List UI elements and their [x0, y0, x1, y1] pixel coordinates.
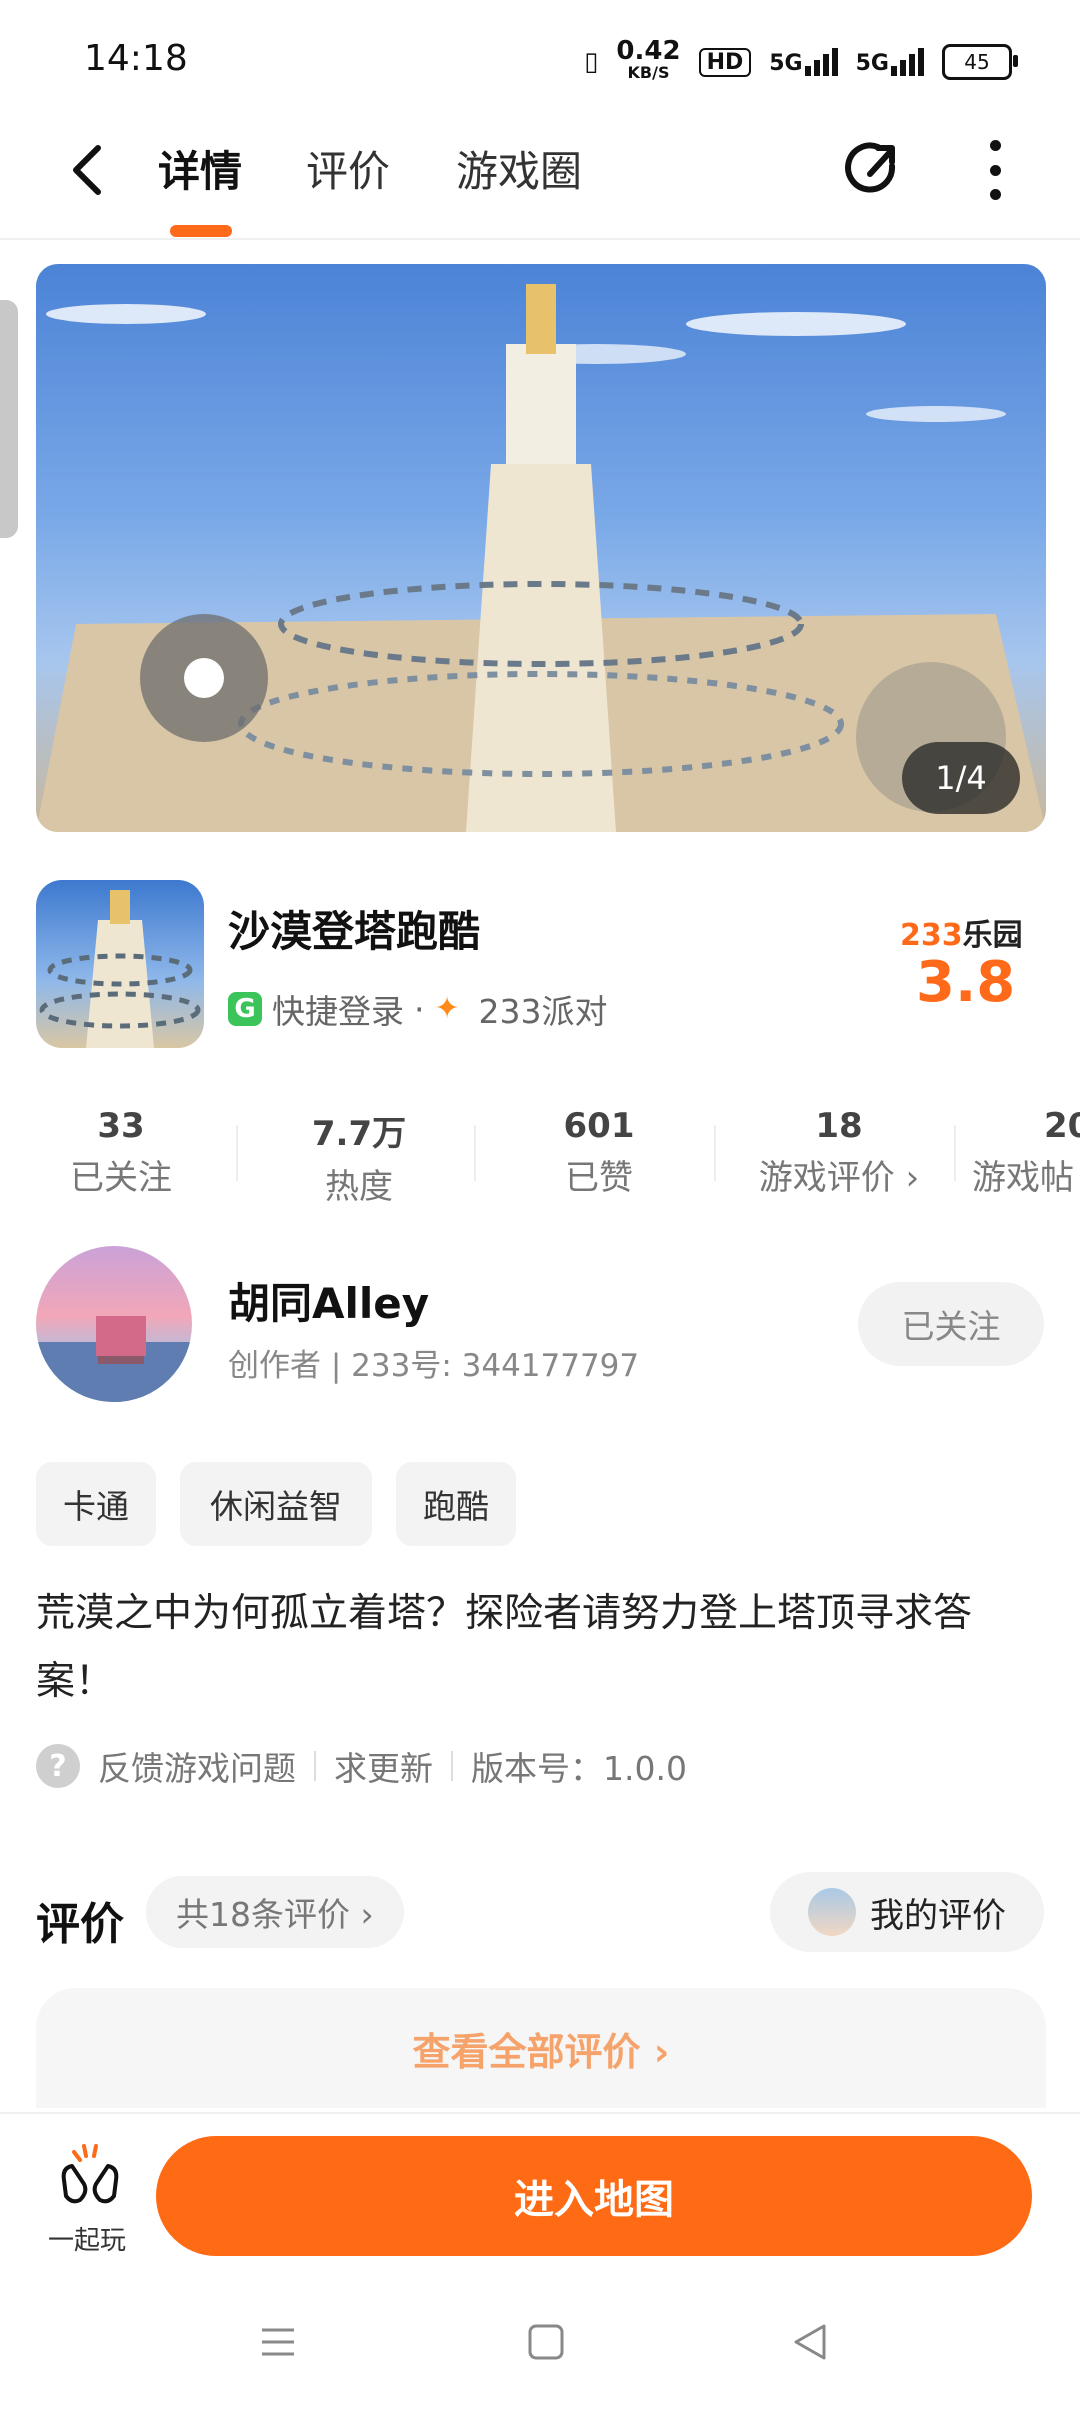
quick-login-icon: G — [228, 992, 262, 1026]
stat-value: 33 — [97, 1106, 145, 1146]
play-together-label[interactable]: 一起玩 — [48, 2220, 126, 2257]
info-links: ? 反馈游戏问题 求更新 版本号：1.0.0 — [36, 1742, 687, 1790]
link-divider — [451, 1751, 453, 1781]
net-speed-unit: KB/S — [627, 63, 670, 82]
hd-badge: HD — [698, 47, 752, 77]
user-avatar — [808, 1888, 856, 1936]
tag-cartoon[interactable]: 卡通 — [36, 1462, 156, 1546]
brand-text: 乐园 — [962, 918, 1023, 953]
menu-nav-icon[interactable] — [258, 2322, 298, 2362]
my-review-button[interactable]: 我的评价 — [770, 1872, 1044, 1952]
vibrate-icon: ▯ — [584, 47, 599, 77]
battery-level: 45 — [964, 50, 990, 74]
stat-value: 18 — [815, 1106, 863, 1146]
banner-page-indicator: 1/4 — [902, 742, 1020, 814]
question-icon: ? — [36, 1744, 80, 1788]
stat-likes[interactable]: 601 已赞 — [494, 1106, 704, 1199]
enter-map-button[interactable]: 进入地图 — [156, 2136, 1032, 2256]
author-name[interactable]: 胡同Alley — [228, 1270, 429, 1331]
signal-2: 5G — [856, 48, 924, 76]
stat-value: 20 — [1044, 1106, 1080, 1146]
stat-label: 热度 — [325, 1167, 393, 1207]
side-drawer-handle[interactable] — [0, 300, 18, 538]
feedback-link[interactable]: 反馈游戏问题 — [98, 1742, 296, 1790]
tab-reviews[interactable]: 评价 — [306, 138, 390, 199]
stat-divider — [714, 1125, 716, 1181]
play-together-icon[interactable] — [54, 2140, 126, 2212]
game-meta: G 快捷登录 · ✦ 233派对 — [228, 985, 608, 1033]
request-update-link[interactable]: 求更新 — [334, 1742, 433, 1790]
battery-icon: 45 — [942, 44, 1018, 80]
party-icon: ✦ — [434, 991, 460, 1026]
view-all-reviews-button[interactable]: 查看全部评价 › — [36, 1988, 1046, 2108]
quick-login-label: 快捷登录 — [272, 992, 404, 1031]
screenshot-banner[interactable]: 1/4 — [36, 264, 1046, 832]
stat-label: 已赞 — [565, 1158, 633, 1198]
game-title: 沙漠登塔跑酷 — [228, 907, 481, 956]
signal-bars-icon — [891, 48, 924, 76]
version-label: 版本号：1.0.0 — [471, 1749, 687, 1788]
rating-score: 3.8 — [916, 950, 1016, 1015]
stat-divider — [954, 1125, 956, 1181]
game-description: 荒漠之中为何孤立着塔？探险者请努力登上塔顶寻求答案！ — [36, 1591, 973, 1704]
stat-divider — [236, 1125, 238, 1181]
signal-bars-icon — [804, 48, 838, 76]
link-divider — [314, 1751, 316, 1781]
status-time: 14:18 — [84, 38, 188, 79]
platform-label: 233派对 — [478, 992, 608, 1031]
game-icon — [36, 880, 204, 1048]
net-speed-value: 0.42 — [616, 36, 681, 66]
net-speed: 0.42 KB/S — [616, 36, 681, 84]
share-icon[interactable] — [840, 136, 906, 202]
review-count-button[interactable]: 共18条评价 › — [146, 1876, 404, 1948]
stat-label: 游戏评价 › — [758, 1158, 920, 1198]
tag-casual-puzzle[interactable]: 休闲益智 — [180, 1462, 372, 1546]
follow-button[interactable]: 已关注 — [858, 1282, 1044, 1366]
brand-logo: 233乐园 — [900, 910, 1023, 954]
stat-game-posts[interactable]: 20 游戏帖 — [972, 1106, 1080, 1199]
stat-value: 601 — [563, 1106, 635, 1146]
more-icon[interactable] — [980, 140, 1010, 200]
stat-label: 已关注 — [70, 1158, 172, 1198]
signal-1-label: 5G — [769, 51, 803, 76]
author-avatar[interactable] — [36, 1246, 192, 1402]
meta-dot: · — [414, 989, 425, 1029]
author-subtitle: 创作者 | 233号: 344177797 — [228, 1348, 640, 1384]
tag-parkour[interactable]: 跑酷 — [396, 1462, 516, 1546]
stat-heat[interactable]: 7.7万 热度 — [254, 1106, 464, 1208]
stat-divider — [474, 1125, 476, 1181]
back-icon[interactable] — [64, 140, 114, 200]
my-review-label: 我的评价 — [870, 1895, 1006, 1936]
brand-number: 233 — [900, 918, 963, 953]
stat-game-reviews[interactable]: 18 游戏评价 › — [734, 1106, 944, 1199]
play-video-button[interactable] — [140, 614, 268, 742]
signal-2-label: 5G — [855, 51, 889, 76]
stat-followers[interactable]: 33 已关注 — [16, 1106, 226, 1199]
active-tab-indicator — [170, 225, 232, 237]
review-section-title: 评价 — [36, 1899, 124, 1950]
tab-game-circle[interactable]: 游戏圈 — [456, 138, 582, 199]
home-nav-icon[interactable] — [526, 2322, 566, 2362]
status-icons: ▯ 0.42 KB/S HD 5G 5G 45 — [584, 36, 1018, 84]
stat-label: 游戏帖 — [972, 1158, 1074, 1198]
back-nav-icon[interactable] — [790, 2322, 830, 2362]
stat-value: 7.7万 — [311, 1114, 407, 1154]
header-divider — [0, 238, 1080, 240]
tab-details[interactable]: 详情 — [158, 138, 242, 199]
signal-1: 5G — [769, 48, 838, 76]
